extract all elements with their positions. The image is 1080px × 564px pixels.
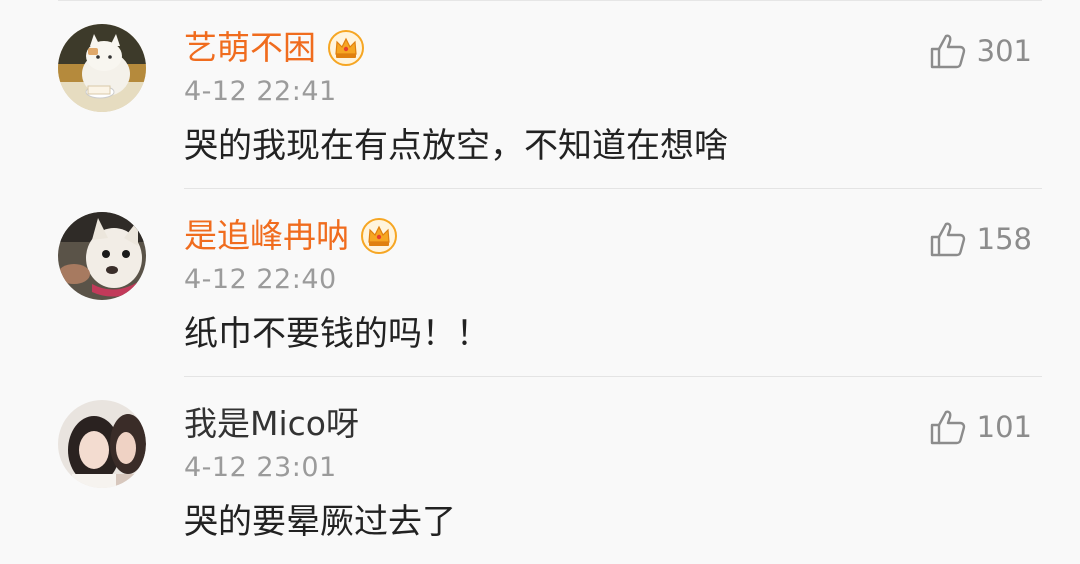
cat-avatar-icon	[58, 24, 146, 112]
user-avatar[interactable]	[58, 212, 146, 300]
comment-item: 艺萌不困 4-12 22:41 哭的我现在有点放空，不知道在想啥 301	[0, 0, 1080, 189]
username-text[interactable]: 艺萌不困	[184, 28, 316, 68]
like-button[interactable]: 158	[929, 220, 1032, 258]
dog-avatar-icon	[58, 212, 146, 300]
thumbs-up-icon	[930, 34, 965, 69]
like-count: 301	[976, 34, 1032, 68]
comment-text: 哭的要晕厥过去了	[184, 502, 456, 542]
comment-time: 4-12 22:41	[184, 76, 337, 107]
user-avatar[interactable]	[58, 400, 146, 488]
username[interactable]: 艺萌不困	[184, 28, 364, 68]
like-button[interactable]: 301	[929, 32, 1032, 70]
username-text[interactable]: 我是Mico呀	[184, 404, 359, 444]
username[interactable]: 我是Mico呀	[184, 404, 359, 444]
vip-crown-icon	[361, 218, 397, 254]
like-count: 158	[976, 222, 1032, 256]
like-count: 101	[976, 410, 1032, 444]
comment-item: 是追峰冉呐 4-12 22:40 纸巾不要钱的吗！！ 158	[0, 188, 1080, 377]
comment-item: 我是Mico呀 4-12 23:01 哭的要晕厥过去了 101	[0, 376, 1080, 564]
comment-text: 纸巾不要钱的吗！！	[184, 314, 490, 354]
girls-avatar-icon	[58, 400, 146, 488]
thumbs-up-icon	[930, 410, 965, 445]
comment-time: 4-12 22:40	[184, 264, 337, 295]
vip-crown-icon	[328, 30, 364, 66]
like-button[interactable]: 101	[929, 408, 1032, 446]
username-text[interactable]: 是追峰冉呐	[184, 216, 349, 256]
thumbs-up-icon	[930, 222, 965, 257]
user-avatar[interactable]	[58, 24, 146, 112]
username[interactable]: 是追峰冉呐	[184, 216, 397, 256]
comment-time: 4-12 23:01	[184, 452, 337, 483]
comment-text: 哭的我现在有点放空，不知道在想啥	[184, 126, 728, 166]
